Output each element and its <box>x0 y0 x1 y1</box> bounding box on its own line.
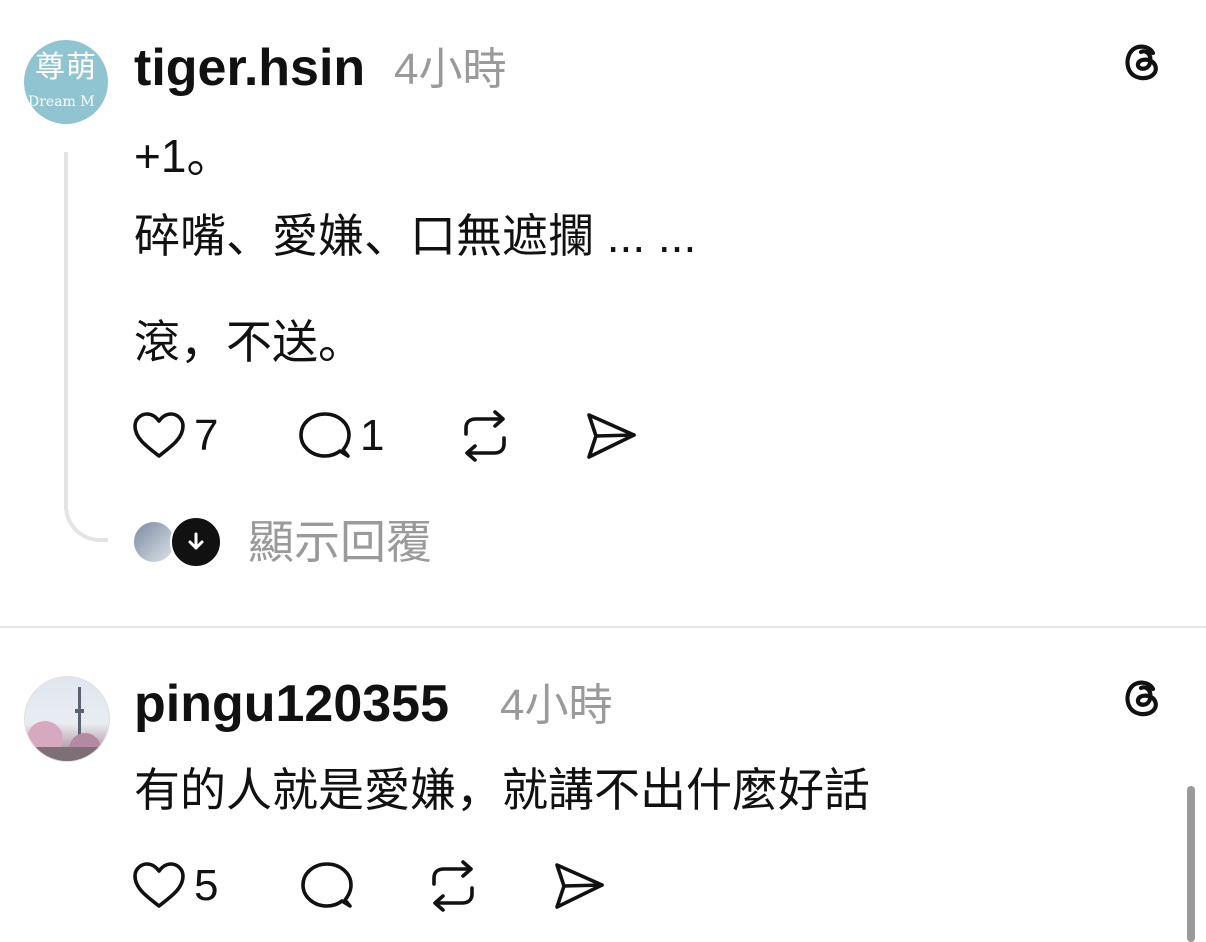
timestamp: 4小時 <box>394 45 507 94</box>
repost-icon <box>432 860 474 912</box>
thread-line <box>64 152 108 542</box>
comment-button[interactable] <box>300 860 354 912</box>
like-button[interactable]: 5 <box>132 860 218 912</box>
show-replies-row[interactable]: 顯示回覆 <box>132 512 432 572</box>
arrow-down-icon <box>170 516 222 568</box>
comment-button[interactable]: 1 <box>298 410 384 462</box>
avatar[interactable] <box>24 676 110 762</box>
repost-button[interactable] <box>458 410 512 462</box>
threads-icon[interactable] <box>1119 38 1165 84</box>
avatar-text: 尊萌 <box>35 50 97 85</box>
repost-button[interactable] <box>426 860 480 912</box>
share-icon <box>587 413 636 459</box>
post-text-line-3: 滾，不送。 <box>134 316 364 368</box>
avatar[interactable]: 尊萌 Dream M <box>24 40 108 124</box>
post-text-line-2: 碎嘴、愛嫌、口無遮攔 ... ... <box>134 210 697 262</box>
comment-icon <box>301 862 353 908</box>
share-button[interactable] <box>552 860 606 912</box>
threads-icon[interactable] <box>1119 674 1165 720</box>
timestamp: 4小時 <box>500 681 613 730</box>
avatar-image <box>25 687 109 761</box>
repost-icon <box>464 410 506 462</box>
username[interactable]: pingu120355 <box>134 676 449 732</box>
username[interactable]: tiger.hsin <box>134 40 365 96</box>
avatar-subtext: Dream M <box>28 94 95 110</box>
like-count: 5 <box>194 861 219 910</box>
heart-icon <box>133 862 185 908</box>
show-replies-link[interactable]: 顯示回覆 <box>248 514 432 570</box>
post-divider <box>0 626 1206 628</box>
post-text-line-1: 有的人就是愛嫌，就講不出什麼好話 <box>134 764 870 816</box>
like-button[interactable]: 7 <box>132 410 218 462</box>
post-text-line-1: +1。 <box>134 130 233 182</box>
heart-icon <box>133 412 185 458</box>
share-button[interactable] <box>584 410 638 462</box>
scrollbar[interactable] <box>1187 786 1195 942</box>
share-icon <box>555 863 604 909</box>
comment-icon <box>299 412 351 458</box>
comment-count: 1 <box>360 411 385 460</box>
like-count: 7 <box>194 411 219 460</box>
